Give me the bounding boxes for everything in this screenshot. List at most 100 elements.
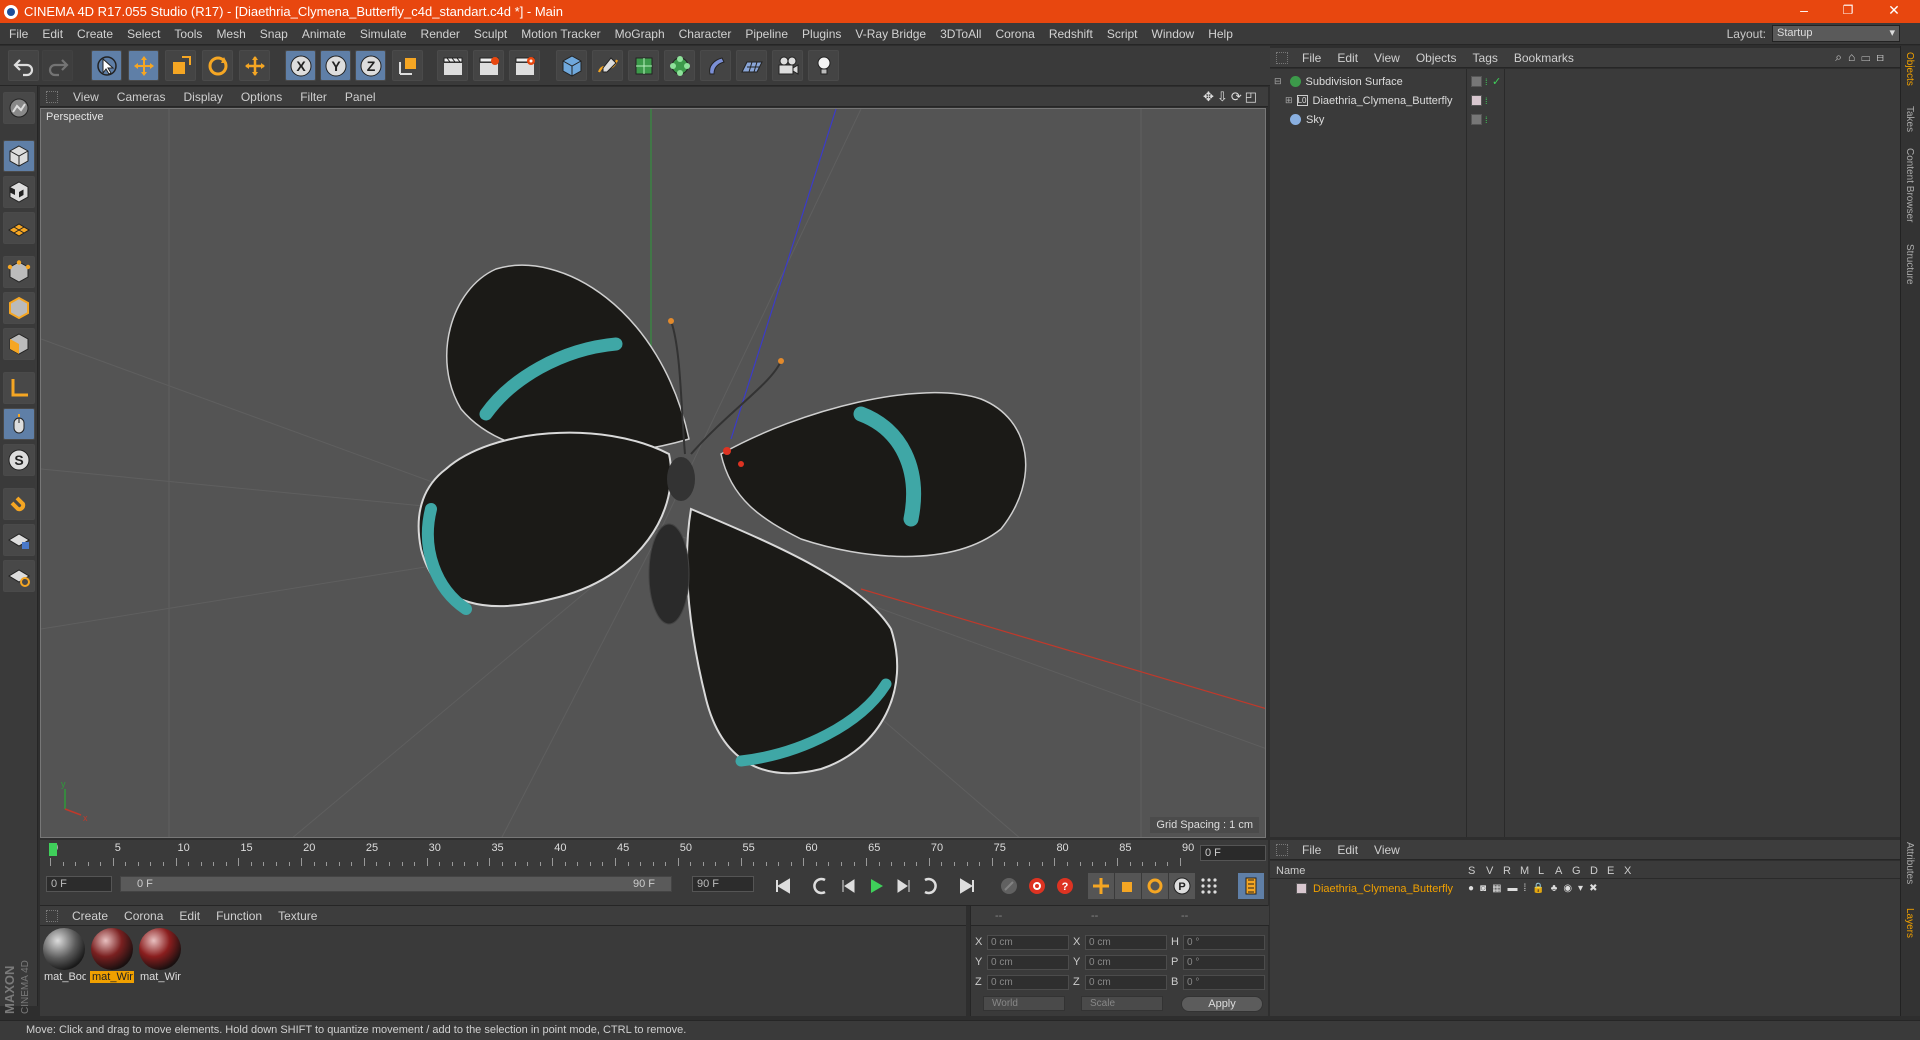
viewport-menu-panel[interactable]: Panel	[336, 90, 385, 104]
object-row-butterfly[interactable]: ⊞ L0 Diaethria_Clymena_Butterfly ⁞	[1270, 91, 1900, 110]
object-menu-edit[interactable]: Edit	[1329, 51, 1366, 65]
record-active-objects-button[interactable]	[996, 873, 1022, 899]
menu-pipeline[interactable]: Pipeline	[738, 27, 795, 41]
next-key-button[interactable]	[916, 873, 942, 899]
close-button[interactable]: ✕	[1874, 0, 1914, 23]
axis-mode-button[interactable]	[3, 372, 35, 404]
menu-select[interactable]: Select	[120, 27, 167, 41]
object-menu-tags[interactable]: Tags	[1465, 51, 1506, 65]
object-menu-view[interactable]: View	[1366, 51, 1408, 65]
edges-mode-button[interactable]	[3, 292, 35, 324]
menu-tools[interactable]: Tools	[167, 27, 209, 41]
visibility-dots-icon[interactable]: ⁞	[1485, 96, 1488, 106]
material-menu-texture[interactable]: Texture	[270, 909, 325, 923]
menu-corona[interactable]: Corona	[988, 27, 1041, 41]
previous-frame-button[interactable]	[836, 873, 862, 899]
end-frame-field[interactable]: 90 F	[692, 876, 754, 892]
restore-button[interactable]: ❐	[1828, 0, 1868, 23]
add-subdivision-surface-button[interactable]	[628, 50, 659, 81]
layer-color-icon[interactable]	[1471, 95, 1482, 106]
size-z-field[interactable]: 0 cm	[1085, 974, 1167, 990]
layer-color-icon[interactable]	[1471, 114, 1482, 125]
position-y-field[interactable]: 0 cm	[987, 954, 1069, 970]
move-tool-button[interactable]	[128, 50, 159, 81]
next-frame-button[interactable]	[890, 873, 916, 899]
add-camera-button[interactable]	[772, 50, 803, 81]
menu-character[interactable]: Character	[672, 27, 739, 41]
visibility-dots-icon[interactable]: ⁞	[1485, 115, 1488, 125]
layer-menu-edit[interactable]: Edit	[1329, 843, 1366, 857]
tweak-mode-button[interactable]	[3, 408, 35, 440]
size-mode-dropdown[interactable]: Scale	[1081, 996, 1163, 1011]
menu-create[interactable]: Create	[70, 27, 120, 41]
timeline-ruler[interactable]: 051015202530354045505560657075808590	[40, 840, 1268, 872]
transform-tool-button[interactable]	[239, 50, 270, 81]
y-axis-lock-button[interactable]: Y	[320, 50, 351, 81]
minimize-button[interactable]: –	[1784, 0, 1824, 23]
key-rotation-button[interactable]	[1142, 873, 1168, 899]
key-scale-button[interactable]	[1115, 873, 1141, 899]
workplane-lock-button[interactable]	[3, 524, 35, 556]
size-x-field[interactable]: 0 cm	[1085, 934, 1167, 950]
timeline-window-button[interactable]	[1238, 873, 1264, 899]
tab-objects[interactable]: Objects	[1904, 52, 1915, 86]
tab-layers[interactable]: Layers	[1904, 908, 1915, 938]
object-menu-objects[interactable]: Objects	[1408, 51, 1465, 65]
key-position-button[interactable]	[1088, 873, 1114, 899]
autokeying-button[interactable]	[1024, 873, 1050, 899]
quantize-button[interactable]	[3, 560, 35, 592]
workplane-mode-button[interactable]	[3, 212, 35, 244]
make-editable-button[interactable]	[3, 92, 35, 124]
viewport-menu-display[interactable]: Display	[174, 90, 231, 104]
polygons-mode-button[interactable]	[3, 328, 35, 360]
key-parameter-button[interactable]: P	[1169, 873, 1195, 899]
layer-color-icon[interactable]	[1296, 883, 1307, 894]
preview-range-slider[interactable]: 0 F 90 F	[120, 876, 672, 892]
coordinate-system-button[interactable]	[392, 50, 423, 81]
collapse-icon[interactable]: ⊟	[1274, 76, 1282, 87]
tab-takes[interactable]: Takes	[1904, 106, 1915, 132]
add-array-button[interactable]	[664, 50, 695, 81]
render-to-picture-viewer-button[interactable]	[473, 50, 504, 81]
menu-mesh[interactable]: Mesh	[209, 27, 252, 41]
menu-3dtoall[interactable]: 3DToAll	[933, 27, 988, 41]
viewport-menu-cameras[interactable]: Cameras	[108, 90, 175, 104]
add-deformer-button[interactable]	[700, 50, 731, 81]
menu-motion-tracker[interactable]: Motion Tracker	[514, 27, 607, 41]
enabled-check-icon[interactable]: ✓	[1492, 75, 1501, 88]
layer-menu-file[interactable]: File	[1294, 843, 1329, 857]
viewport-menu-filter[interactable]: Filter	[291, 90, 336, 104]
rotation-b-field[interactable]: 0 °	[1183, 974, 1265, 990]
snap-button[interactable]	[3, 488, 35, 520]
live-selection-button[interactable]	[91, 50, 122, 81]
perspective-viewport[interactable]: y x Perspective Grid Spacing : 1 cm	[40, 108, 1266, 838]
expand-icon[interactable]: ⊞	[1285, 95, 1293, 106]
z-axis-lock-button[interactable]: Z	[355, 50, 386, 81]
keyframe-selection-button[interactable]: ?	[1052, 873, 1078, 899]
menu-edit[interactable]: Edit	[35, 27, 70, 41]
menu-window[interactable]: Window	[1145, 27, 1202, 41]
add-spline-button[interactable]	[592, 50, 623, 81]
object-row-subdivision-surface[interactable]: ⊟ Subdivision Surface ⁞ ✓	[1270, 72, 1900, 91]
points-mode-button[interactable]	[3, 256, 35, 288]
add-floor-button[interactable]	[736, 50, 767, 81]
layout-dropdown[interactable]: Startup	[1772, 25, 1900, 42]
start-frame-field[interactable]: 0 F	[46, 876, 112, 892]
go-to-start-button[interactable]	[770, 873, 796, 899]
object-menu-bookmarks[interactable]: Bookmarks	[1506, 51, 1582, 65]
apply-button[interactable]: Apply	[1181, 996, 1263, 1012]
redo-button[interactable]	[42, 50, 73, 81]
menu-plugins[interactable]: Plugins	[795, 27, 848, 41]
undo-button[interactable]	[8, 50, 39, 81]
model-mode-button[interactable]	[3, 140, 35, 172]
render-view-button[interactable]	[437, 50, 468, 81]
tab-attributes[interactable]: Attributes	[1904, 842, 1915, 884]
material-menu-create[interactable]: Create	[64, 909, 116, 923]
menu-simulate[interactable]: Simulate	[353, 27, 414, 41]
edit-render-settings-button[interactable]	[509, 50, 540, 81]
texture-mode-button[interactable]	[3, 176, 35, 208]
tab-content-browser[interactable]: Content Browser	[1904, 148, 1915, 222]
play-button[interactable]	[863, 873, 889, 899]
menu-render[interactable]: Render	[414, 27, 467, 41]
position-x-field[interactable]: 0 cm	[987, 934, 1069, 950]
